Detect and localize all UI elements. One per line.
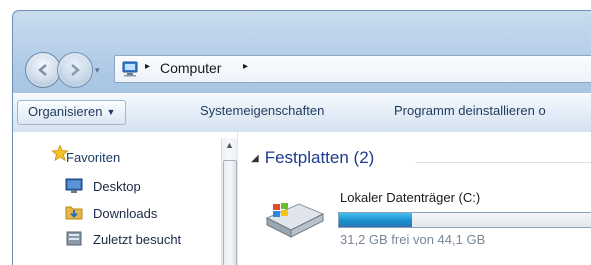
desktop-icon [65,178,83,193]
group-divider-line [415,162,591,163]
collapse-arrow-icon[interactable]: ◢ [251,153,259,164]
drive-usage-fill [339,213,413,227]
content-area: Favoriten Desktop Downloads Zuletzt besu… [13,132,591,265]
drive-usage-bar [338,212,591,228]
breadcrumb-separator[interactable]: ▸ [243,61,248,72]
navpane-scrollbar[interactable]: ▲ [221,138,237,265]
explorer-window: ▾ ▸ Computer ▸ Organisieren ▼ Systemeigen… [12,10,591,265]
drive-name: Lokaler Datenträger (C:) [340,190,481,205]
recent-places-icon [66,231,82,246]
organize-label: Organisieren [28,104,103,119]
organize-button[interactable]: Organisieren ▼ [17,100,127,125]
nav-item-desktop[interactable]: Desktop [93,179,141,194]
nav-favorites[interactable]: Favoriten [66,150,120,165]
forward-arrow-icon [71,64,80,76]
address-bar[interactable]: ▸ Computer ▸ [114,55,591,83]
back-arrow-icon [38,64,47,76]
forward-button[interactable] [57,52,93,88]
back-button[interactable] [25,52,61,88]
computer-icon [122,61,138,77]
system-properties-button[interactable]: Systemeigenschaften [200,103,324,118]
nav-item-downloads[interactable]: Downloads [93,206,157,221]
pane-divider[interactable] [237,132,238,265]
nav-item-recent-places[interactable]: Zuletzt besucht [93,232,181,247]
downloads-folder-icon [65,206,83,220]
recent-pages-dropdown[interactable]: ▾ [95,65,100,76]
breadcrumb-separator[interactable]: ▸ [145,61,150,72]
scroll-up-icon[interactable]: ▲ [225,140,234,150]
uninstall-program-button[interactable]: Programm deinstallieren o [394,103,546,118]
hard-drive-icon [265,203,325,238]
breadcrumb-computer[interactable]: Computer [160,60,221,76]
command-bar: Organisieren ▼ Systemeigenschaften Progra… [13,93,591,133]
title-bar: ▾ ▸ Computer ▸ [13,11,591,93]
drive-free-space: 31,2 GB frei von 44,1 GB [340,232,486,247]
drive-item-c[interactable]: Lokaler Datenträger (C:) 31,2 GB frei vo… [261,182,591,262]
group-header-hard-drives[interactable]: ◢ Festplatten (2) [251,148,374,168]
scroll-thumb[interactable] [223,160,237,265]
navigation-pane: Favoriten Desktop Downloads Zuletzt besu… [13,132,237,265]
group-title: Festplatten (2) [264,148,375,167]
chevron-down-icon: ▼ [106,107,116,117]
